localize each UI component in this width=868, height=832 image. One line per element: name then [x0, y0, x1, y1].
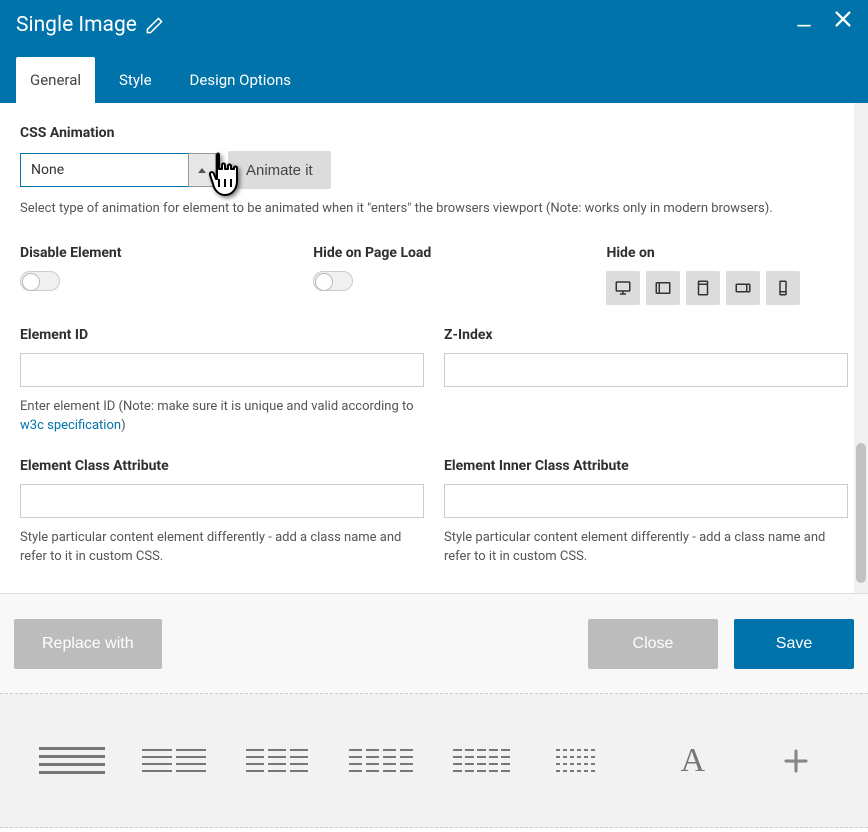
css-animation-label: CSS Animation: [20, 125, 848, 141]
layout-6col-icon[interactable]: [554, 741, 624, 781]
tab-design-options[interactable]: Design Options: [176, 57, 306, 103]
inner-class-attr-field: Element Inner Class Attribute Style part…: [444, 458, 848, 567]
tab-style[interactable]: Style: [105, 57, 166, 103]
content-wrap: CSS Animation None Animate it Select typ…: [0, 103, 868, 593]
css-animation-row: None Animate it: [20, 151, 848, 189]
element-id-help-suffix: ): [121, 418, 126, 433]
dialog-title-wrap: Single Image: [16, 13, 164, 37]
w3c-link[interactable]: w3c specification: [20, 418, 121, 433]
hide-on-load-toggle[interactable]: [313, 271, 353, 291]
pencil-icon[interactable]: [145, 16, 164, 35]
hide-on-row: [606, 271, 868, 305]
add-element-icon[interactable]: [761, 741, 831, 781]
text-block-icon[interactable]: A: [658, 741, 728, 781]
css-animation-dropdown-toggle[interactable]: [188, 153, 216, 187]
bottom-toolbar: A: [0, 693, 868, 828]
chevron-up-icon: [198, 168, 206, 173]
layout-4col-icon[interactable]: [347, 741, 417, 781]
scrollbar-thumb[interactable]: [856, 443, 866, 583]
save-button[interactable]: Save: [734, 619, 854, 669]
dialog-header: Single Image: [0, 0, 868, 50]
hide-on-load-label: Hide on Page Load: [313, 245, 586, 261]
replace-with-button[interactable]: Replace with: [14, 619, 162, 669]
inner-class-attr-input[interactable]: [444, 484, 848, 518]
disable-element-label: Disable Element: [20, 245, 293, 261]
hide-on-mobile-portrait[interactable]: [766, 271, 800, 305]
element-id-label: Element ID: [20, 327, 424, 343]
inner-class-attr-label: Element Inner Class Attribute: [444, 458, 848, 474]
close-button[interactable]: Close: [588, 619, 718, 669]
minimize-icon[interactable]: [794, 9, 814, 29]
disable-element-toggle[interactable]: [20, 271, 60, 291]
hide-on-mobile-landscape[interactable]: [726, 271, 760, 305]
hide-on-label: Hide on: [606, 245, 868, 261]
css-animation-help: Select type of animation for element to …: [20, 199, 848, 219]
tab-general[interactable]: General: [16, 57, 95, 103]
disable-element-field: Disable Element: [20, 245, 293, 305]
hide-on-tablet-landscape[interactable]: [646, 271, 680, 305]
hide-on-tablet-portrait[interactable]: [686, 271, 720, 305]
class-attr-help: Style particular content element differe…: [20, 528, 424, 567]
layout-5col-icon[interactable]: [451, 741, 521, 781]
inner-class-attr-help: Style particular content element differe…: [444, 528, 848, 567]
header-actions: [794, 8, 854, 30]
class-attr-input[interactable]: [20, 484, 424, 518]
zindex-field: Z-Index: [444, 327, 848, 436]
hide-on-load-field: Hide on Page Load: [313, 245, 586, 305]
dialog-title: Single Image: [16, 13, 137, 37]
css-animation-select[interactable]: None: [20, 153, 216, 187]
hide-on-field: Hide on: [606, 245, 868, 305]
class-attr-label: Element Class Attribute: [20, 458, 424, 474]
element-id-input[interactable]: [20, 353, 424, 387]
animate-it-button[interactable]: Animate it: [228, 151, 331, 189]
element-id-help: Enter element ID (Note: make sure it is …: [20, 397, 424, 436]
layout-1col-icon[interactable]: [37, 741, 107, 781]
hide-on-desktop[interactable]: [606, 271, 640, 305]
footer-right: Close Save: [588, 619, 854, 669]
close-icon[interactable]: [832, 8, 854, 30]
zindex-input[interactable]: [444, 353, 848, 387]
element-id-field: Element ID Enter element ID (Note: make …: [20, 327, 424, 436]
element-id-help-prefix: Enter element ID (Note: make sure it is …: [20, 399, 414, 414]
dialog-footer: Replace with Close Save: [0, 593, 868, 693]
scrollbar-track[interactable]: [854, 103, 868, 593]
tabs-bar: General Style Design Options: [0, 50, 868, 103]
css-animation-selected: None: [20, 153, 188, 187]
layout-3col-icon[interactable]: [244, 741, 314, 781]
zindex-label: Z-Index: [444, 327, 848, 343]
content-panel: CSS Animation None Animate it Select typ…: [0, 103, 868, 593]
class-attr-field: Element Class Attribute Style particular…: [20, 458, 424, 567]
layout-2col-icon[interactable]: [140, 741, 210, 781]
